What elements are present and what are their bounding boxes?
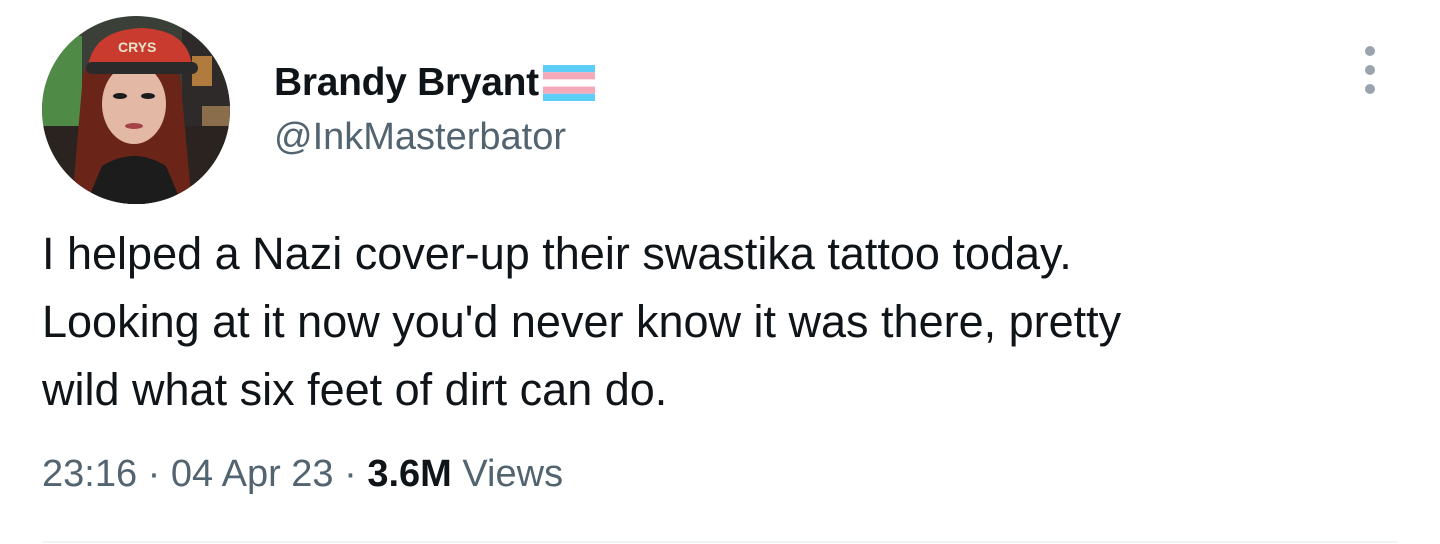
avatar-image: CRYS: [42, 16, 230, 204]
handle[interactable]: @InkMasterbator: [274, 112, 595, 162]
tweet-time[interactable]: 23:16: [42, 453, 137, 495]
more-dot: [1365, 64, 1375, 75]
display-name[interactable]: Brandy Bryant: [274, 58, 539, 108]
meta-separator: ·: [137, 453, 171, 495]
more-options-icon[interactable]: [1352, 42, 1388, 98]
display-name-row[interactable]: Brandy Bryant: [274, 58, 595, 108]
tweet: CRYS Brandy Bryant @InkMasterbator I hel…: [0, 0, 1440, 544]
tweet-date[interactable]: 04 Apr 23: [171, 453, 334, 495]
tweet-text-line: Looking at it now you'd never know it wa…: [42, 296, 1122, 347]
avatar-hat-text: CRYS: [118, 39, 156, 55]
transgender-flag-icon: [542, 65, 595, 101]
tweet-text-line: I helped a Nazi cover-up their swastika …: [42, 228, 1072, 279]
tweet-text-line: wild what six feet of dirt can do.: [42, 364, 668, 415]
more-dot: [1365, 46, 1375, 57]
views-label[interactable]: Views: [452, 453, 563, 495]
divider: [42, 541, 1398, 543]
avatar[interactable]: CRYS: [42, 16, 230, 204]
author-names: Brandy Bryant @InkMasterbator: [274, 58, 595, 162]
more-dot: [1365, 83, 1375, 94]
meta-separator: ·: [333, 453, 368, 495]
views-count[interactable]: 3.6M: [367, 453, 451, 495]
tweet-text: I helped a Nazi cover-up their swastika …: [42, 220, 1402, 424]
tweet-meta: 23:16 · 04 Apr 23 · 3.6M Views: [42, 448, 563, 500]
